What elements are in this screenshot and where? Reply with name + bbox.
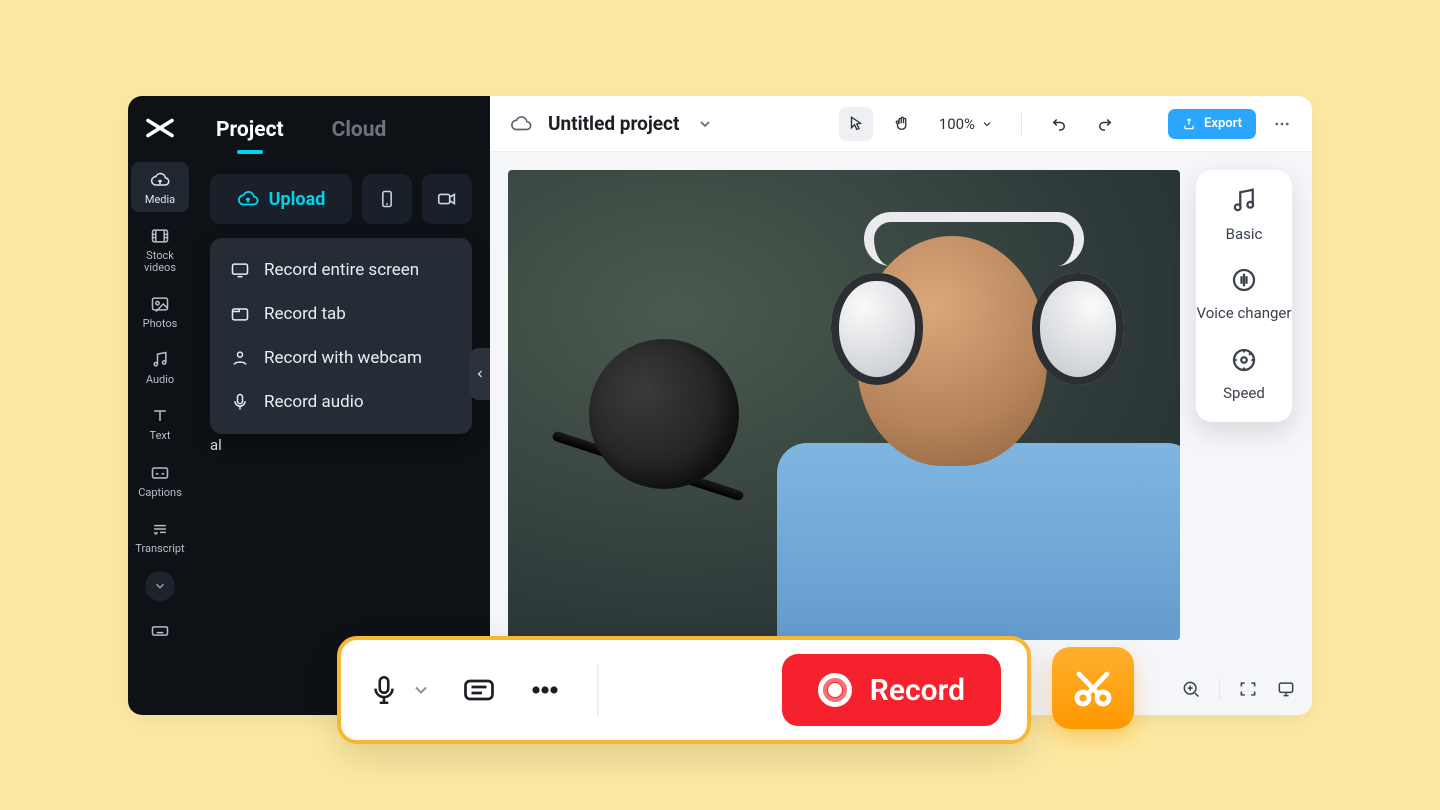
rail-label: Media [145, 194, 175, 206]
menu-label: Record tab [264, 304, 346, 324]
tool-voice-changer[interactable]: Voice changer [1197, 265, 1292, 322]
rail-expand-button[interactable] [145, 571, 175, 601]
upload-button[interactable]: Upload [210, 174, 352, 224]
menu-label: Record entire screen [264, 260, 419, 280]
tool-label: Basic [1226, 226, 1263, 243]
rail-stock-videos[interactable]: Stock videos [131, 218, 189, 280]
mic-selector[interactable] [367, 673, 431, 707]
preview-illustration [831, 273, 923, 385]
project-title[interactable]: Untitled project [548, 112, 679, 135]
export-button[interactable]: Export [1168, 109, 1256, 139]
rail-keyboard[interactable] [131, 613, 189, 647]
record-menu: Record entire screen Record tab Record w… [210, 238, 472, 434]
zoom-level[interactable]: 100% [939, 115, 993, 133]
menu-label: Record audio [264, 392, 364, 412]
record-tab[interactable]: Record tab [216, 292, 466, 336]
zoom-in-icon[interactable] [1181, 679, 1201, 699]
rail-label: Captions [138, 487, 182, 499]
right-tools-card: Basic Voice changer Speed [1196, 170, 1292, 422]
cloud-status-icon[interactable] [506, 109, 536, 139]
rail-label: Audio [146, 374, 174, 386]
undo-button[interactable] [1042, 107, 1076, 141]
separator [1219, 678, 1220, 700]
tool-speed[interactable]: Speed [1223, 345, 1265, 402]
left-rail: Media Stock videos Photos Audio Text Cap… [128, 96, 192, 715]
separator [1021, 113, 1022, 135]
panel-collapse-handle[interactable] [469, 348, 491, 400]
hand-tool[interactable] [885, 107, 919, 141]
menu-label: Record with webcam [264, 348, 422, 368]
app-logo-icon [142, 110, 178, 146]
rail-captions[interactable]: Captions [131, 455, 189, 505]
record-label: Record [870, 673, 965, 708]
scissors-tile[interactable] [1052, 647, 1134, 729]
rail-label: Photos [143, 318, 178, 330]
upload-label: Upload [269, 189, 326, 210]
rail-label: Stock videos [131, 250, 189, 274]
rail-transcript[interactable]: Transcript [131, 511, 189, 561]
editor-main: Untitled project 100% [490, 96, 1312, 715]
rail-audio[interactable]: Audio [131, 342, 189, 392]
fit-screen-icon[interactable] [1238, 679, 1258, 699]
preview-illustration [777, 443, 1180, 640]
zoom-value: 100% [939, 115, 975, 133]
tab-project[interactable]: Project [216, 118, 284, 142]
record-with-webcam[interactable]: Record with webcam [216, 336, 466, 380]
upload-from-phone-button[interactable] [362, 174, 412, 224]
panel-tabs: Project Cloud [192, 110, 490, 156]
export-label: Export [1204, 116, 1242, 131]
bottom-toolbar-icons [1181, 669, 1296, 709]
topbar: Untitled project 100% [490, 96, 1312, 152]
recbar-more-button[interactable] [527, 672, 563, 708]
tab-cloud[interactable]: Cloud [332, 118, 387, 142]
panel-project: Project Cloud Upload Record entire scree… [192, 96, 490, 715]
tool-label: Speed [1223, 385, 1265, 402]
thumbnail-label-fragment: al [210, 436, 222, 454]
teleprompter-button[interactable] [461, 672, 497, 708]
rail-text[interactable]: Text [131, 398, 189, 448]
tool-label: Voice changer [1197, 305, 1292, 322]
preview-illustration [589, 339, 739, 489]
present-icon[interactable] [1276, 679, 1296, 699]
record-audio[interactable]: Record audio [216, 380, 466, 424]
rail-photos[interactable]: Photos [131, 286, 189, 336]
redo-button[interactable] [1088, 107, 1122, 141]
record-button[interactable] [422, 174, 472, 224]
project-title-chevron-icon[interactable] [697, 116, 713, 132]
start-record-button[interactable]: Record [782, 654, 1001, 726]
preview-illustration [1032, 273, 1124, 385]
separator [597, 664, 599, 716]
record-dot-icon [818, 673, 852, 707]
more-menu-button[interactable] [1268, 110, 1296, 138]
canvas-area [490, 152, 1312, 715]
record-entire-screen[interactable]: Record entire screen [216, 248, 466, 292]
preview-canvas[interactable] [508, 170, 1180, 640]
rail-label: Transcript [135, 543, 184, 555]
app-window: Media Stock videos Photos Audio Text Cap… [128, 96, 1312, 715]
recording-bar: Record [337, 636, 1031, 744]
tool-basic[interactable]: Basic [1226, 186, 1263, 243]
rail-media[interactable]: Media [131, 162, 189, 212]
panel-actions: Upload [192, 156, 490, 224]
rail-label: Text [150, 430, 171, 442]
cursor-tool[interactable] [839, 107, 873, 141]
